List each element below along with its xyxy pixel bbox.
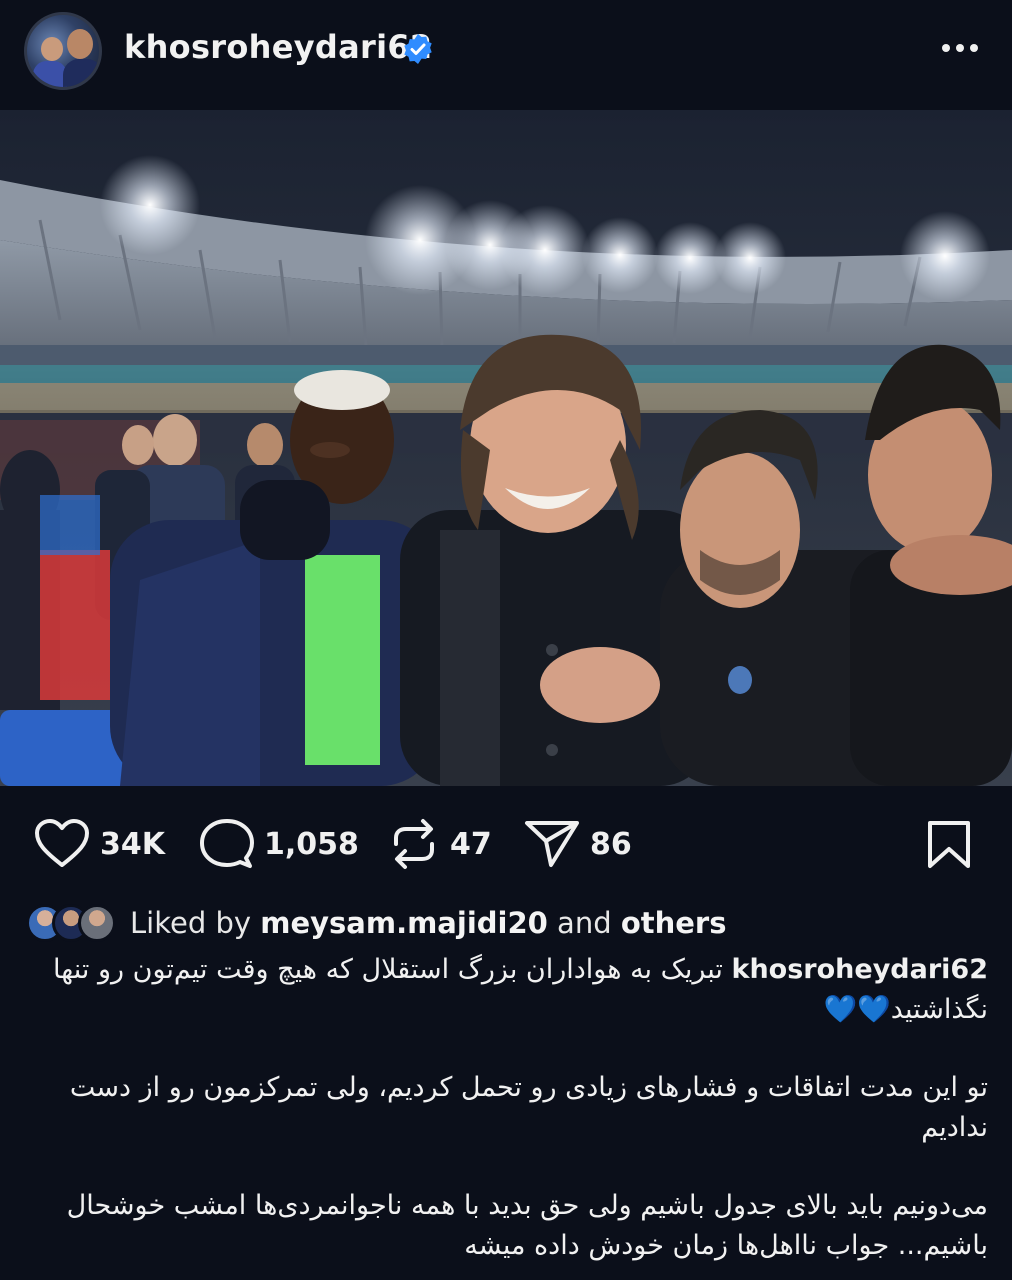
send-icon: [525, 821, 579, 867]
action-bar: 34K 1,058 47 86: [0, 800, 1012, 890]
comment-count: 1,058: [264, 826, 359, 862]
verified-badge-icon: [404, 34, 432, 64]
liked-by-user[interactable]: meysam.majidi20: [260, 906, 548, 940]
repost-icon: [394, 819, 434, 869]
liked-by-row[interactable]: Liked by meysam.majidi20 and others: [26, 900, 986, 946]
post-username[interactable]: khosroheydari62: [124, 28, 432, 66]
liked-by-others[interactable]: others: [621, 906, 727, 940]
share-button[interactable]: 86: [524, 818, 632, 870]
post-photo[interactable]: [0, 110, 1012, 786]
post-header: khosroheydari62: [0, 0, 1012, 108]
more-options-icon[interactable]: [938, 30, 982, 66]
share-count: 86: [590, 826, 632, 862]
caption-first-paragraph: khosroheydari62 تبریک به هواداران بزرگ ا…: [24, 950, 988, 1030]
caption-paragraph-2: تو این مدت اتفاقات و فشارهای زیادی رو تح…: [69, 1072, 988, 1143]
repost-button[interactable]: 47: [388, 818, 492, 870]
profile-avatar[interactable]: [24, 12, 102, 90]
post-caption: khosroheydari62 تبریک به هواداران بزرگ ا…: [24, 950, 988, 1266]
repost-count: 47: [450, 826, 492, 862]
blue-heart-emoji: 💙💙: [823, 994, 891, 1025]
liked-by-text: Liked by meysam.majidi20 and others: [130, 906, 727, 940]
caption-username[interactable]: khosroheydari62: [732, 954, 989, 985]
comment-bubble-icon: [200, 819, 254, 868]
heart-icon: [35, 819, 89, 867]
comment-button[interactable]: 1,058: [200, 818, 359, 870]
liker-avatar: [78, 904, 116, 942]
caption-paragraph-3: می‌دونیم باید بالای جدول باشیم ولی حق بد…: [66, 1190, 988, 1261]
bookmark-icon[interactable]: [926, 820, 972, 870]
liked-by-prefix: Liked by: [130, 906, 252, 940]
like-button[interactable]: 34K: [34, 818, 165, 870]
liked-by-and: and: [557, 906, 612, 940]
like-count: 34K: [100, 826, 165, 862]
